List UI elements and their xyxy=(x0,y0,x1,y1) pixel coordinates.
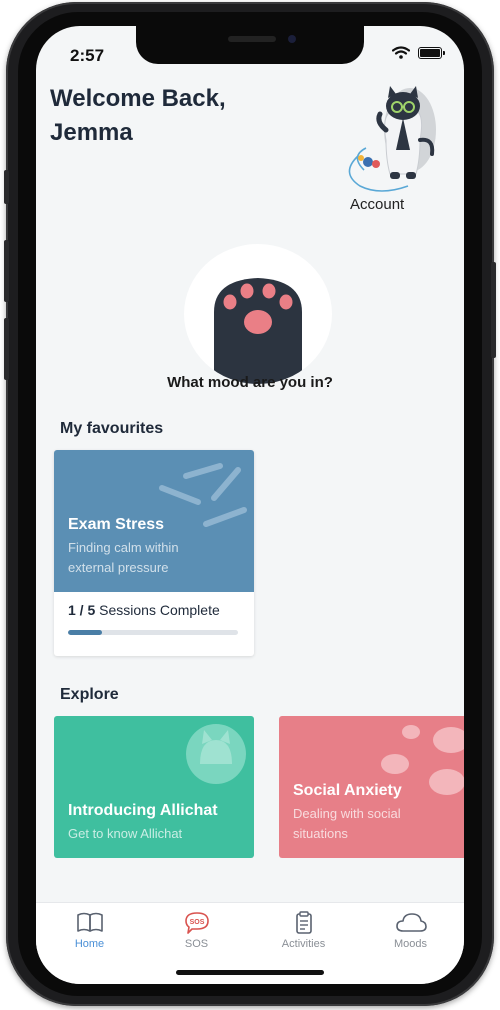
sos-icon: SOS xyxy=(184,912,209,934)
card-subtitle-line: external pressure xyxy=(68,560,169,575)
session-count: 1 / 5 xyxy=(68,602,96,618)
tab-home[interactable]: Home xyxy=(36,911,143,950)
volume-up-button xyxy=(4,240,9,302)
volume-down-button xyxy=(4,318,9,380)
explore-card-social-anxiety[interactable]: Social Anxiety Dealing with social situa… xyxy=(279,716,464,858)
card-subtitle: Get to know Allichat xyxy=(68,826,183,841)
account-label: Account xyxy=(350,196,405,213)
home-indicator xyxy=(176,970,324,975)
paw-icon xyxy=(214,278,302,384)
tab-moods[interactable]: Moods xyxy=(357,911,464,950)
explore-heading: Explore xyxy=(60,686,119,703)
notch xyxy=(136,26,364,64)
card-subtitle: Dealing with social situations xyxy=(293,804,401,844)
card-subtitle-line: Finding calm within xyxy=(68,540,179,555)
app-screen: 2:57 Welcome Back, Jemma Account What mo… xyxy=(36,26,464,984)
cat-scientist-icon xyxy=(348,86,436,192)
card-subtitle-line: Dealing with social xyxy=(293,806,401,821)
status-time: 2:57 xyxy=(70,46,105,65)
tab-activities[interactable]: Activities xyxy=(250,911,357,950)
user-name: Jemma xyxy=(50,119,133,146)
front-camera xyxy=(288,35,296,43)
silent-switch xyxy=(4,170,9,204)
cloud-icon xyxy=(395,913,427,932)
battery-icon xyxy=(418,46,445,59)
status-icons xyxy=(392,46,445,59)
power-button xyxy=(491,262,496,358)
tab-label: Activities xyxy=(281,938,326,950)
book-icon xyxy=(76,912,103,932)
card-subtitle-line: situations xyxy=(293,826,348,841)
welcome-heading: Welcome Back, Jemma xyxy=(50,82,310,150)
progress-bar xyxy=(68,630,238,635)
wifi-icon xyxy=(392,46,410,59)
welcome-line: Welcome Back, xyxy=(50,85,226,112)
progress-bar-fill xyxy=(68,630,102,635)
clipboard-icon xyxy=(295,911,312,934)
session-label: Sessions Complete xyxy=(99,602,220,618)
tab-label: Home xyxy=(74,938,105,950)
card-header: Exam Stress Finding calm within external… xyxy=(54,450,254,592)
account-button[interactable]: Account xyxy=(320,78,450,218)
mood-prompt: What mood are you in? xyxy=(167,374,333,391)
explore-card-allichat[interactable]: Introducing Allichat Get to know Allicha… xyxy=(54,716,254,858)
svg-text:SOS: SOS xyxy=(189,919,204,926)
session-progress-text: 1 / 5 Sessions Complete xyxy=(68,602,220,618)
favourite-card-exam-stress[interactable]: Exam Stress Finding calm within external… xyxy=(54,450,254,656)
tab-label: Moods xyxy=(393,938,428,950)
favourites-heading: My favourites xyxy=(60,420,164,437)
card-title: Exam Stress xyxy=(68,516,165,533)
speaker-grille xyxy=(228,36,276,42)
tab-label: SOS xyxy=(184,938,209,950)
card-title: Social Anxiety xyxy=(293,782,402,799)
card-title: Introducing Allichat xyxy=(68,802,218,819)
mood-button[interactable] xyxy=(184,244,332,384)
tab-sos[interactable]: SOS SOS xyxy=(143,911,250,950)
card-subtitle: Finding calm within external pressure xyxy=(68,538,179,578)
